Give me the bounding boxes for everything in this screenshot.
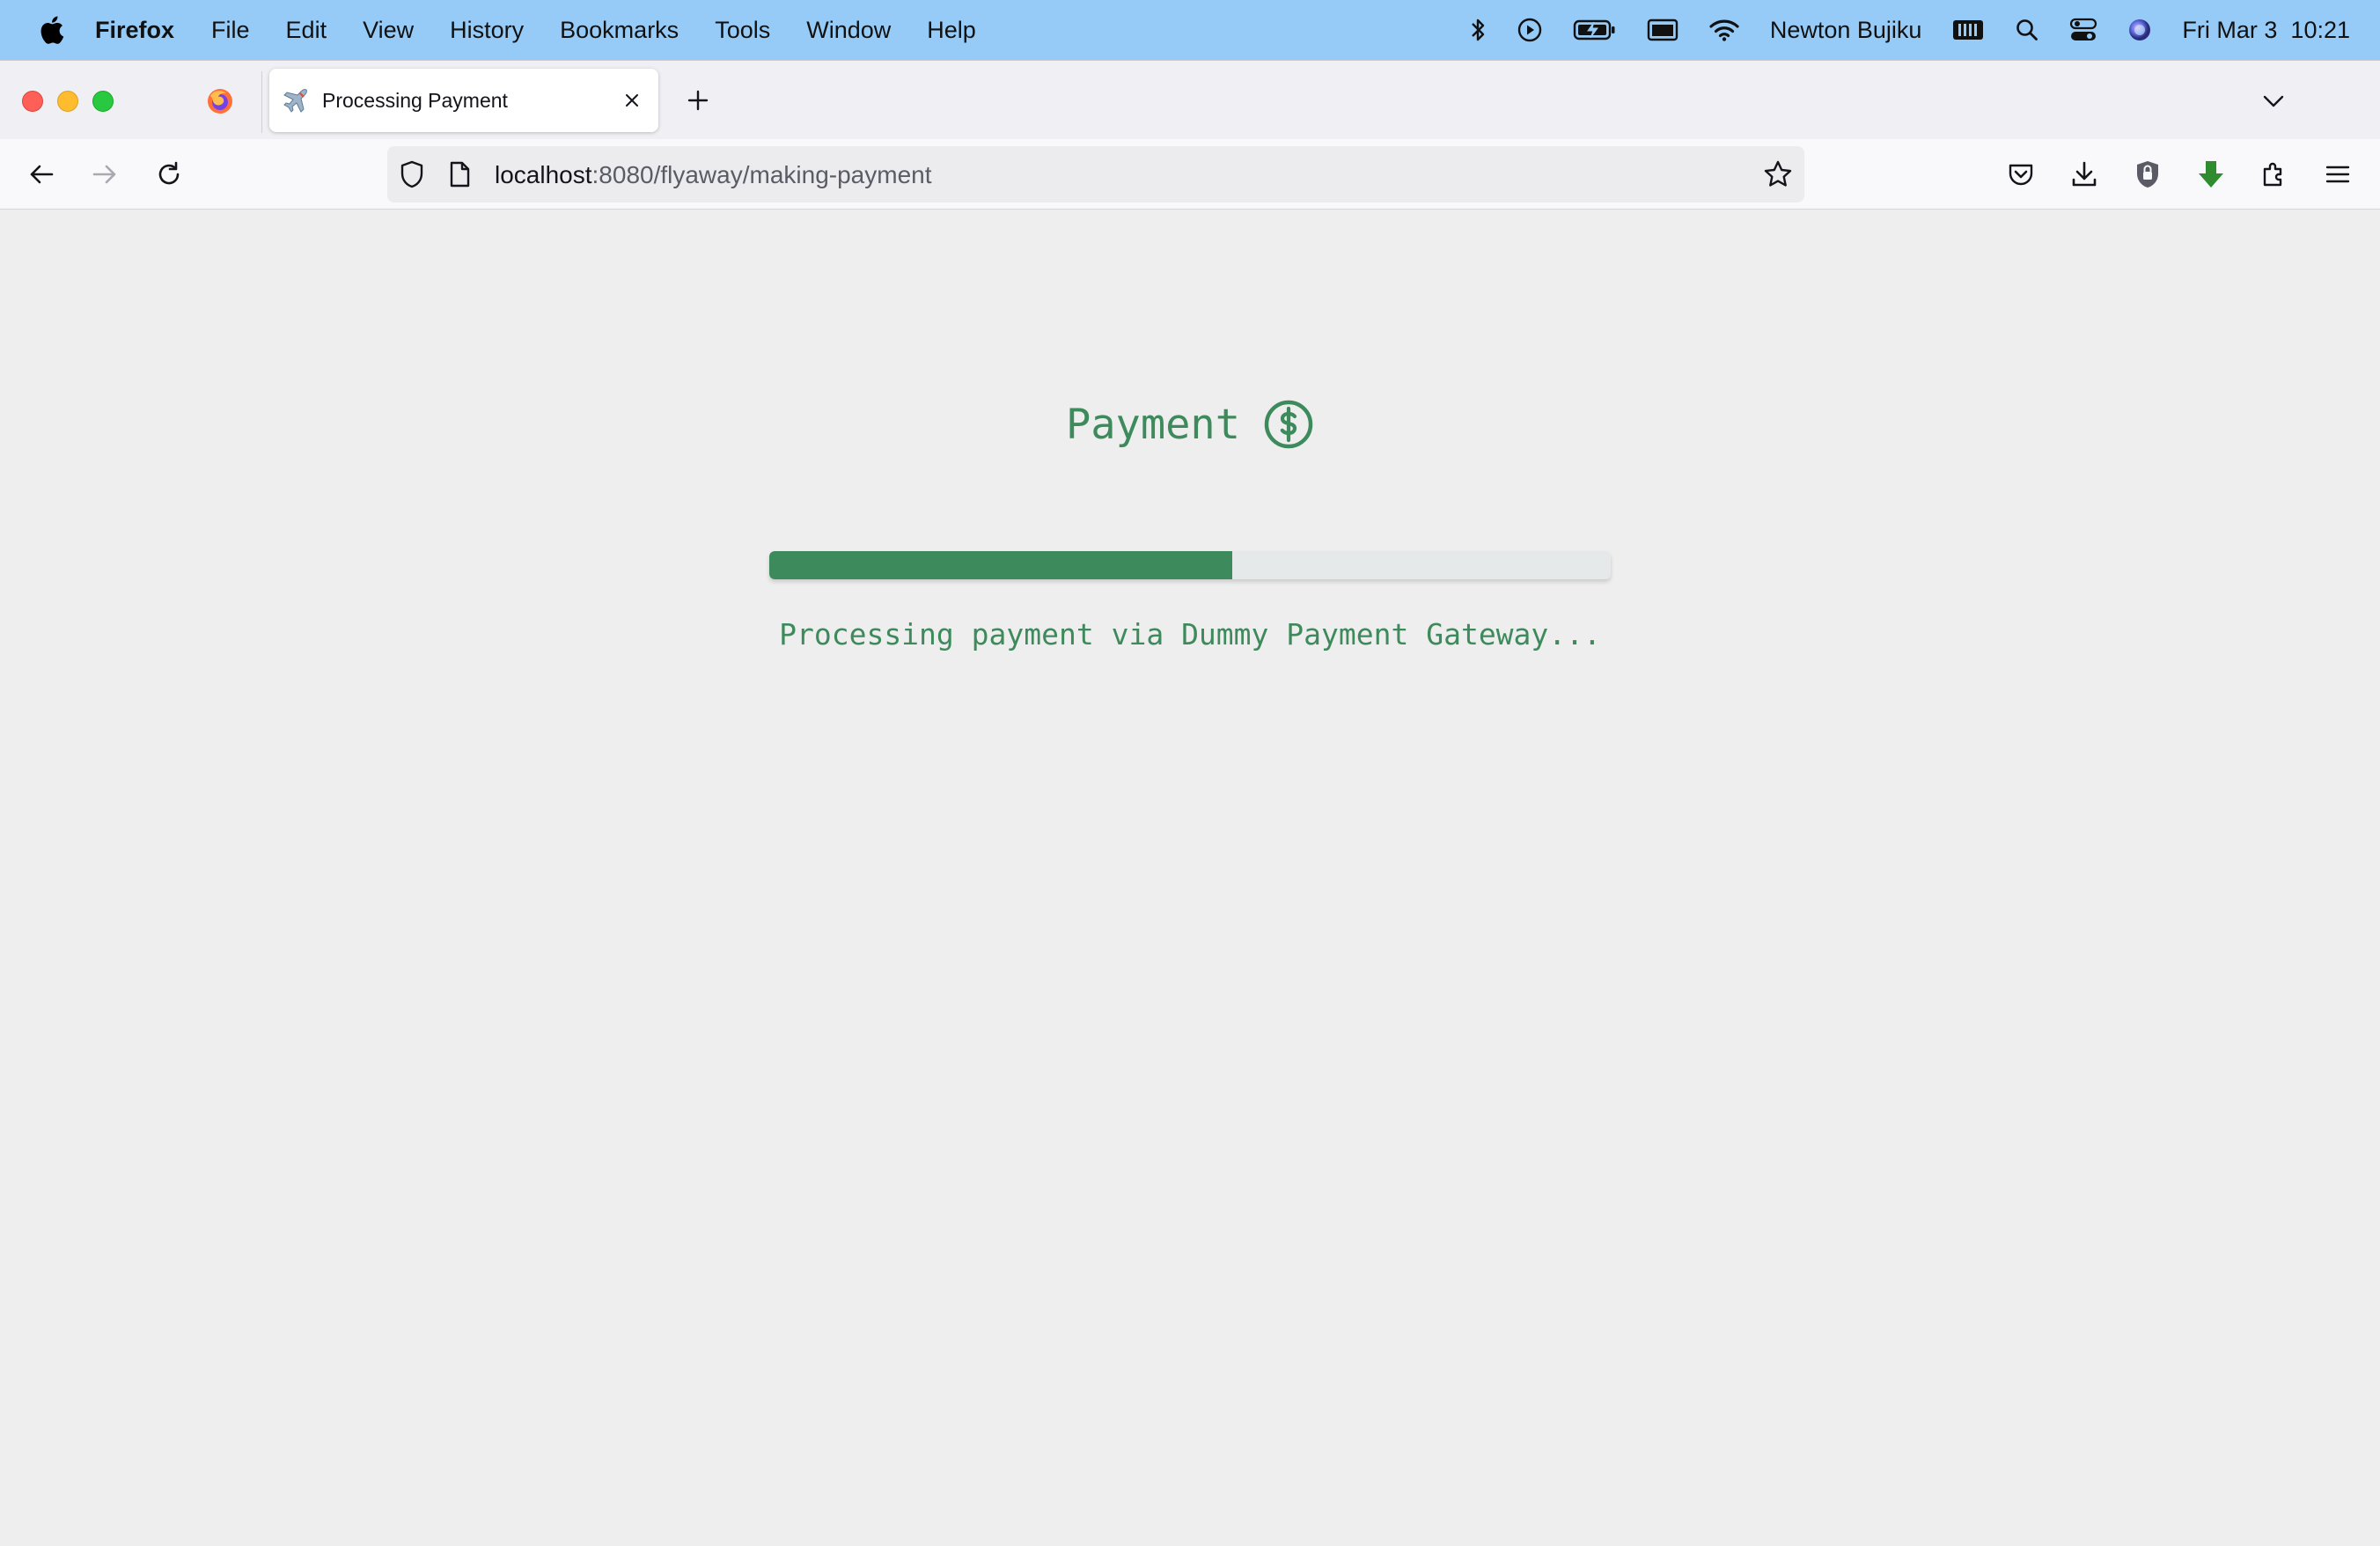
- menu-file[interactable]: File: [211, 17, 250, 44]
- memory-icon[interactable]: [1951, 18, 1985, 42]
- menu-app-firefox[interactable]: Firefox: [95, 17, 174, 44]
- airplane-favicon-icon: [282, 85, 312, 115]
- page-info-icon[interactable]: [445, 160, 474, 188]
- page-content: Payment Processing payment via Dummy Pay…: [0, 210, 2380, 1546]
- now-playing-icon[interactable]: [1517, 17, 1543, 43]
- bluetooth-icon[interactable]: [1469, 17, 1487, 43]
- privacy-badger-shield-icon[interactable]: [2130, 157, 2165, 192]
- menu-edit[interactable]: Edit: [286, 17, 327, 44]
- menubar-clock[interactable]: Fri Mar 3 10:21: [2182, 17, 2350, 44]
- window-close-button[interactable]: [22, 91, 43, 112]
- macos-menu-bar: Firefox File Edit View History Bookmarks…: [0, 0, 2380, 60]
- window-zoom-button[interactable]: [92, 91, 114, 112]
- user-name[interactable]: Newton Bujiku: [1770, 17, 1922, 44]
- page-title: Payment: [1065, 400, 1241, 449]
- payment-progress-bar: [769, 551, 1611, 579]
- address-bar[interactable]: localhost:8080/flyaway/making-payment: [387, 146, 1804, 202]
- extensions-puzzle-icon[interactable]: [2257, 157, 2292, 192]
- menu-tools[interactable]: Tools: [715, 17, 770, 44]
- menu-bookmarks[interactable]: Bookmarks: [560, 17, 679, 44]
- battery-charging-icon[interactable]: [1573, 18, 1617, 41]
- application-menu-hamburger-icon[interactable]: [2320, 157, 2355, 192]
- menu-window[interactable]: Window: [806, 17, 891, 44]
- payment-status-text: Processing payment via Dummy Payment Gat…: [779, 617, 1601, 652]
- back-arrow-icon[interactable]: [24, 157, 59, 192]
- tab-processing-payment[interactable]: Processing Payment: [269, 69, 658, 132]
- firefox-view-icon[interactable]: [206, 87, 234, 115]
- list-all-tabs-chevron-icon[interactable]: [2259, 86, 2288, 116]
- tab-title: Processing Payment: [322, 88, 508, 112]
- reload-icon[interactable]: [151, 157, 187, 192]
- window-minimize-button[interactable]: [57, 91, 78, 112]
- tracking-protection-shield-icon[interactable]: [398, 160, 426, 188]
- forward-arrow-icon[interactable]: [87, 157, 122, 192]
- status-menus: Newton Bujiku Fri Mar 3 10:21: [1469, 0, 2380, 60]
- menu-help[interactable]: Help: [927, 17, 976, 44]
- browser-tab-strip: Processing Payment: [0, 60, 2380, 139]
- pocket-icon[interactable]: [2003, 157, 2038, 192]
- wifi-icon[interactable]: [1708, 18, 1740, 42]
- url-path: :8080/flyaway/making-payment: [591, 161, 932, 188]
- payment-heading: Payment: [0, 395, 2380, 453]
- screen-mirroring-icon[interactable]: [1647, 18, 1678, 42]
- control-center-icon[interactable]: [2069, 18, 2097, 42]
- url-text[interactable]: localhost:8080/flyaway/making-payment: [495, 161, 932, 189]
- new-tab-plus-icon[interactable]: [684, 86, 712, 114]
- progress-bar-fill: [769, 551, 1232, 579]
- close-tab-icon[interactable]: [620, 88, 644, 113]
- download-extension-green-arrow-icon[interactable]: [2193, 157, 2229, 192]
- downloads-icon[interactable]: [2067, 157, 2102, 192]
- bookmark-star-icon[interactable]: [1762, 158, 1794, 190]
- navigation-toolbar: localhost:8080/flyaway/making-payment: [0, 139, 2380, 210]
- url-host: localhost: [495, 161, 592, 188]
- apple-logo-icon[interactable]: [32, 11, 70, 49]
- tab-separator: [261, 71, 262, 133]
- siri-icon[interactable]: [2127, 18, 2152, 42]
- spotlight-search-icon[interactable]: [2015, 18, 2039, 42]
- menu-history[interactable]: History: [450, 17, 524, 44]
- dollar-circle-icon: [1263, 399, 1314, 450]
- menu-view[interactable]: View: [363, 17, 414, 44]
